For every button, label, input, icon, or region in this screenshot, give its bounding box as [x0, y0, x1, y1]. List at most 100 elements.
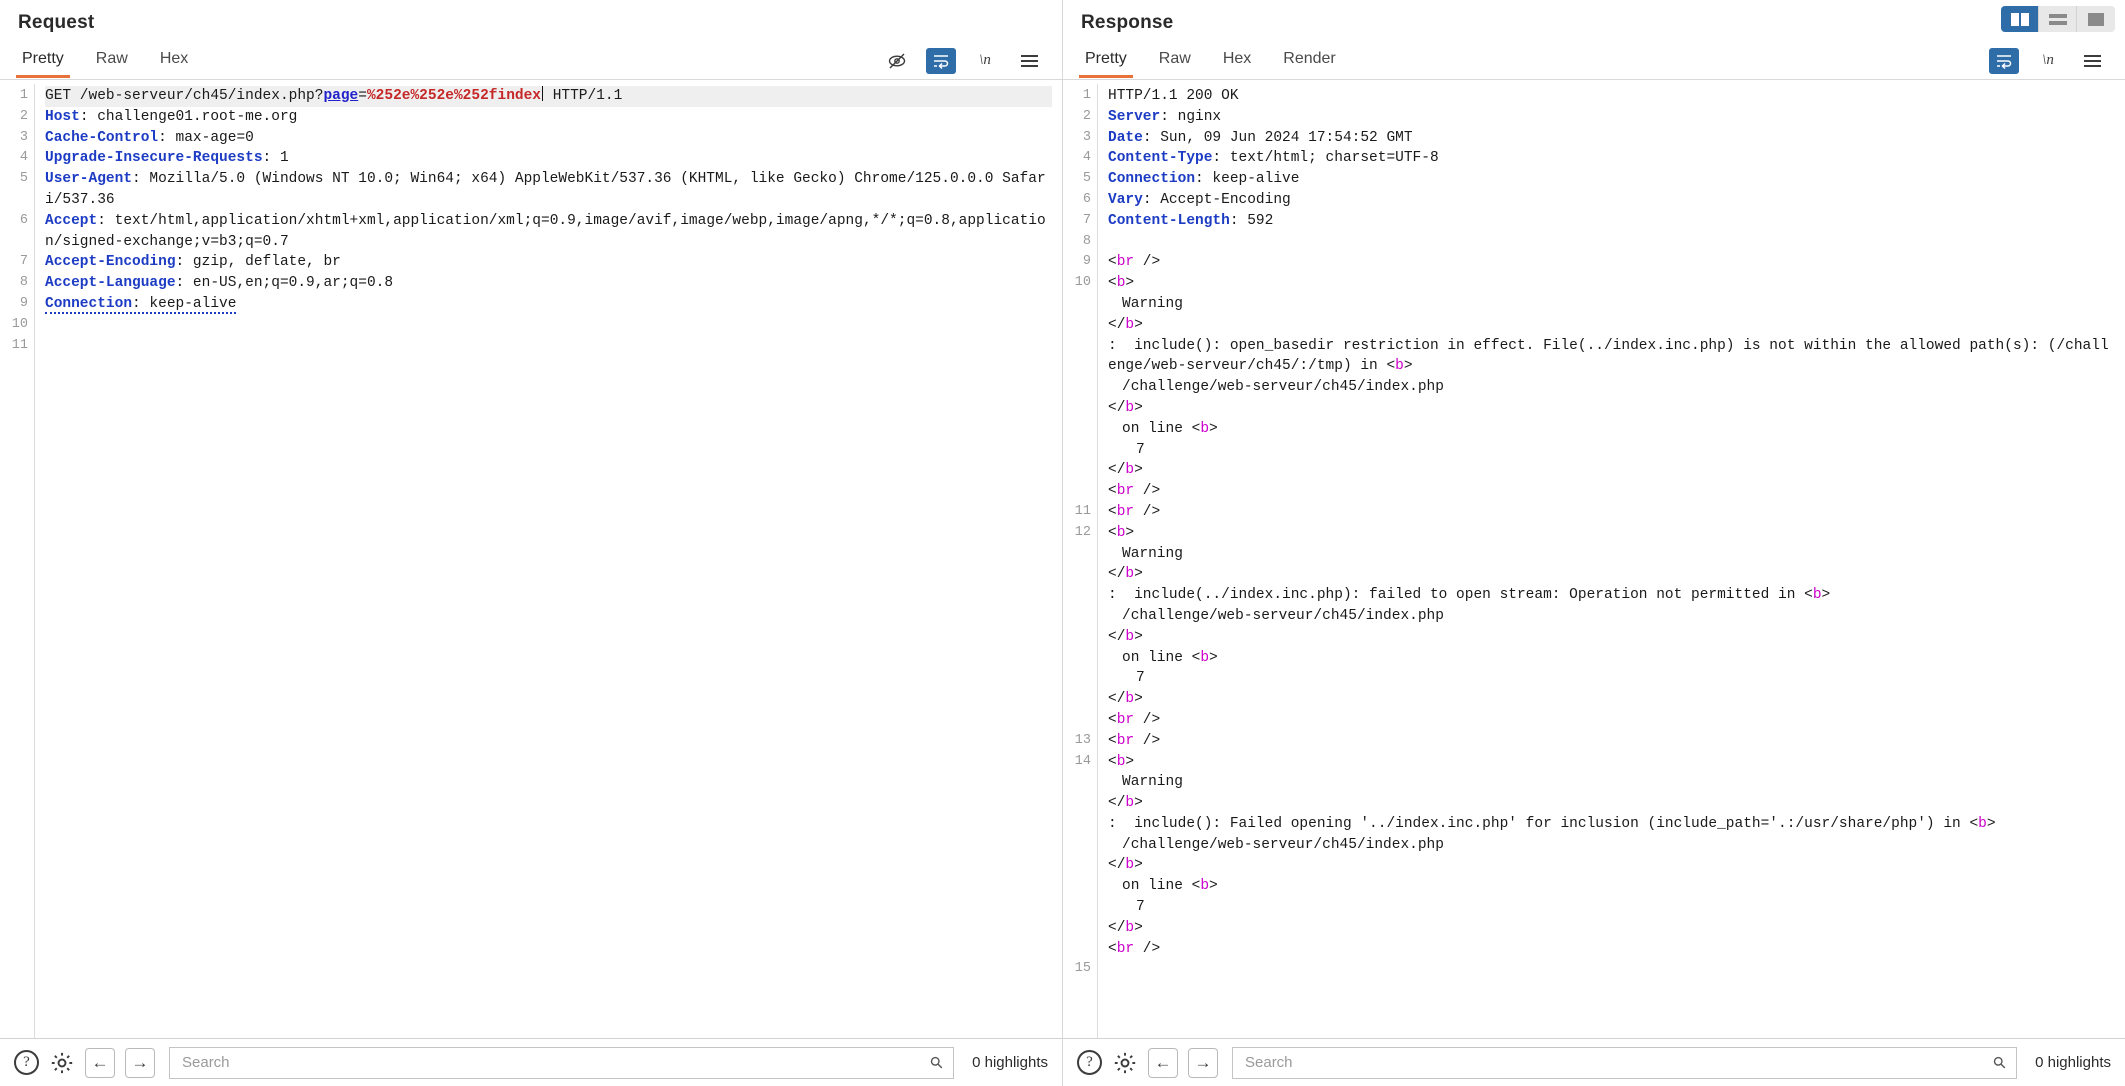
code-line: /challenge/web-serveur/ch45/index.php	[1122, 379, 1444, 396]
code-line: Accept-Language: en-US,en;q=0.9,ar;q=0.8	[45, 275, 394, 292]
code-line: on line <b>	[1122, 649, 1218, 666]
request-editor[interactable]: 1 2 3 4 5 6 7 8 9 10 11 GET /web-serveur/ch45/inde…	[0, 80, 1062, 1038]
code-line: Content-Type: text/html; charset=UTF-8	[1108, 150, 1439, 167]
line-number	[1063, 918, 1091, 939]
help-icon[interactable]: ?	[14, 1050, 39, 1075]
line-number	[1063, 377, 1091, 398]
code-line: 7	[1136, 441, 1145, 458]
tab-request-pretty[interactable]: Pretty	[6, 44, 80, 78]
code-line: : include(): open_basedir restriction in…	[1108, 337, 2109, 375]
line-number: 8	[19, 275, 28, 291]
line-number: 6	[19, 212, 28, 228]
code-line: </b>	[1108, 628, 1143, 645]
response-search-input[interactable]	[1243, 1053, 1995, 1072]
word-wrap-icon[interactable]	[926, 47, 956, 74]
line-number	[1063, 897, 1091, 918]
show-newlines-icon[interactable]: \n	[970, 48, 1000, 74]
hide-icon[interactable]	[882, 48, 912, 74]
response-title: Response	[1081, 12, 1174, 33]
code-line: <br />	[1108, 254, 1161, 271]
response-statusbar: ? ← → ⚲ 0 highlights	[1063, 1038, 2125, 1086]
line-number: 2	[19, 108, 28, 124]
line-number: 3	[1082, 129, 1091, 145]
line-number: 10	[11, 316, 28, 332]
layout-single-button[interactable]	[2077, 6, 2115, 32]
code-line: </b>	[1108, 316, 1143, 333]
code-line: on line <b>	[1122, 878, 1218, 895]
request-code[interactable]: GET /web-serveur/ch45/index.php?page=%25…	[35, 80, 1062, 1038]
search-back-button[interactable]: ←	[85, 1047, 115, 1078]
search-forward-button[interactable]: →	[125, 1047, 155, 1078]
line-number: 7	[19, 254, 28, 270]
tab-response-pretty[interactable]: Pretty	[1069, 44, 1143, 78]
text-caret	[542, 86, 543, 101]
request-pane: Request Pretty Raw Hex \n 1 2 3 4 5 6 7 …	[0, 0, 1063, 1086]
line-number: 4	[19, 150, 28, 166]
line-number: 9	[19, 295, 28, 311]
line-number	[1063, 814, 1091, 835]
tab-response-render[interactable]: Render	[1267, 44, 1351, 78]
tab-request-raw[interactable]: Raw	[80, 44, 144, 78]
code-line: </b>	[1108, 919, 1143, 936]
search-forward-button[interactable]: →	[1188, 1047, 1218, 1078]
word-wrap-icon[interactable]	[1989, 47, 2019, 74]
response-code[interactable]: HTTP/1.1 200 OK Server: nginx Date: Sun, 0…	[1098, 80, 2125, 1038]
search-back-button[interactable]: ←	[1148, 1047, 1178, 1078]
line-number: 11	[11, 337, 28, 353]
code-line: : include(../index.inc.php): failed to o…	[1108, 587, 1831, 604]
gear-icon[interactable]	[49, 1050, 75, 1076]
code-line: <b>	[1108, 275, 1135, 292]
request-statusbar: ? ← → ⚲ 0 highlights	[0, 1038, 1062, 1086]
line-number	[1063, 440, 1091, 461]
menu-icon[interactable]	[1014, 48, 1044, 74]
code-line: Accept: text/html,application/xhtml+xml,…	[45, 212, 1046, 250]
request-search-input[interactable]	[180, 1053, 932, 1072]
line-number: 2	[1082, 108, 1091, 124]
line-number: 10	[1074, 275, 1091, 291]
request-search-box[interactable]: ⚲	[169, 1046, 955, 1079]
response-editor[interactable]: 1 2 3 4 5 6 7 8 9 10 11 12 13 14 15 HTTP/1.1 200 OK Ser…	[1063, 80, 2125, 1038]
response-tabbar: Pretty Raw Hex Render \n	[1063, 42, 2125, 80]
layout-top-bottom-button[interactable]	[2039, 6, 2077, 32]
line-number	[1063, 939, 1091, 960]
code-line: User-Agent: Mozilla/5.0 (Windows NT 10.0…	[45, 171, 1046, 208]
code-line: </b>	[1108, 399, 1143, 416]
line-number: 13	[1074, 732, 1091, 748]
line-number: 9	[1082, 254, 1091, 270]
tab-request-hex[interactable]: Hex	[144, 44, 204, 78]
response-gutter: 1 2 3 4 5 6 7 8 9 10 11 12 13 14 15	[1063, 80, 1097, 1038]
request-highlights-count: 0 highlights	[972, 1054, 1048, 1071]
line-number	[1063, 710, 1091, 731]
response-search-box[interactable]: ⚲	[1232, 1046, 2018, 1079]
line-number: 3	[19, 129, 28, 145]
line-number: 15	[1074, 961, 1091, 977]
question-mark-glyph: ?	[1077, 1050, 1102, 1075]
gear-icon[interactable]	[1112, 1050, 1138, 1076]
tab-response-raw[interactable]: Raw	[1143, 44, 1207, 78]
code-line: <br />	[1108, 711, 1161, 728]
code-line: /challenge/web-serveur/ch45/index.php	[1122, 607, 1444, 624]
line-number: 12	[1074, 524, 1091, 540]
show-newlines-icon[interactable]: \n	[2033, 48, 2063, 74]
code-line: <b>	[1108, 524, 1135, 541]
code-line: 7	[1136, 899, 1145, 916]
line-number	[1063, 398, 1091, 419]
hamburger-glyph	[1020, 54, 1038, 67]
tab-response-hex[interactable]: Hex	[1207, 44, 1267, 78]
menu-icon[interactable]	[2077, 48, 2107, 74]
layout-toggle-group[interactable]	[2001, 6, 2115, 32]
code-line: </b>	[1108, 691, 1143, 708]
line-number	[1063, 481, 1091, 502]
line-number: 5	[19, 171, 28, 187]
question-mark-glyph: ?	[14, 1050, 39, 1075]
layout-side-by-side-button[interactable]	[2001, 6, 2039, 32]
help-icon[interactable]: ?	[1077, 1050, 1102, 1075]
code-line: 7	[1136, 670, 1145, 687]
line-number	[1063, 876, 1091, 897]
code-line: Vary: Accept-Encoding	[1108, 191, 1291, 208]
hamburger-glyph	[2083, 54, 2101, 67]
code-line: Upgrade-Insecure-Requests: 1	[45, 150, 289, 167]
code-line: <br />	[1108, 503, 1161, 520]
line-number	[1063, 668, 1091, 689]
